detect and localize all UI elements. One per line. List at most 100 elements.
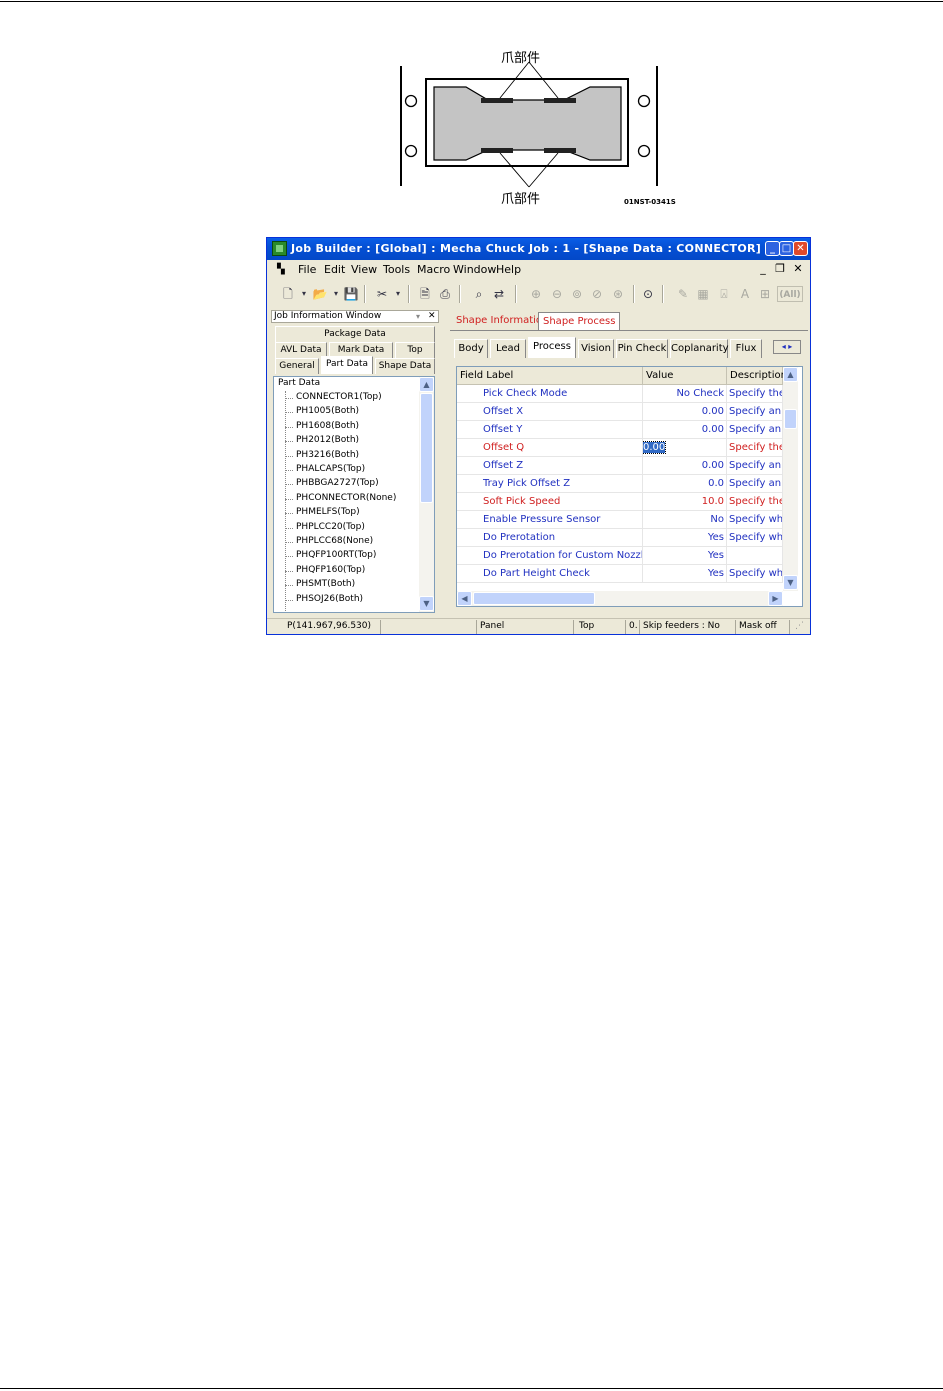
zoom-fit-icon[interactable]: ⊚ xyxy=(569,286,585,302)
find-icon[interactable]: ⌕ xyxy=(471,286,487,302)
pin-icon[interactable]: ▾ xyxy=(416,311,420,322)
grid-scroll-down-icon[interactable]: ▼ xyxy=(783,575,798,590)
grid-horizontal-scrollbar[interactable]: ◀ ▶ xyxy=(457,591,783,606)
column-value[interactable]: Value xyxy=(643,367,727,385)
value-cell[interactable]: 0.0 xyxy=(643,475,727,493)
new-icon[interactable]: 🗋 xyxy=(280,286,296,302)
grid-row[interactable]: Do Prerotation for Custom Nozzle Yes xyxy=(457,547,783,565)
grid-scroll-up-icon[interactable]: ▲ xyxy=(783,367,798,382)
zoom-prev-icon[interactable]: ⊘ xyxy=(589,286,605,302)
menu-help[interactable]: Help xyxy=(496,263,521,276)
value-cell[interactable]: 0.00 xyxy=(643,403,727,421)
scroll-down-icon[interactable]: ▼ xyxy=(419,596,434,611)
print-preview-icon[interactable]: 🗎 xyxy=(417,286,433,302)
menu-file[interactable]: File xyxy=(298,263,316,276)
resize-grip-icon[interactable]: ⋰ xyxy=(795,621,804,631)
minimize-button[interactable]: _ xyxy=(765,241,780,256)
grid-scroll-right-icon[interactable]: ▶ xyxy=(768,591,783,606)
tree-vertical-scrollbar[interactable]: ▲ ▼ xyxy=(419,377,434,612)
grid-row[interactable]: Pick Check Mode No Check Specify the xyxy=(457,385,783,403)
grid-row[interactable]: Tray Pick Offset Z0.0Specify an o xyxy=(457,475,783,493)
menu-tools[interactable]: Tools xyxy=(383,263,410,276)
tab-body[interactable]: Body xyxy=(454,339,488,358)
tab-vision[interactable]: Vision xyxy=(578,339,614,358)
value-cell[interactable]: 10.0 xyxy=(643,493,727,511)
value-cell[interactable]: Yes xyxy=(643,565,727,583)
tree-guide-line xyxy=(285,391,286,612)
panel-close-icon[interactable]: ✕ xyxy=(428,311,436,322)
mdi-restore-button[interactable]: ❐ xyxy=(773,263,787,276)
cut-dropdown-icon[interactable]: ▾ xyxy=(390,286,406,302)
scroll-thumb[interactable] xyxy=(420,393,433,503)
text-icon[interactable]: ⍓ xyxy=(716,286,732,302)
tab-package-data[interactable]: Package Data xyxy=(275,326,435,342)
tab-coplanarity[interactable]: Coplanarity xyxy=(670,339,729,358)
value-cell[interactable]: 0.00 xyxy=(643,421,727,439)
maximize-button[interactable]: □ xyxy=(779,241,794,256)
zoom-out-icon[interactable]: ⊖ xyxy=(549,286,565,302)
value-editor-selected[interactable]: 0.00 xyxy=(643,441,667,454)
tab-lead[interactable]: Lead xyxy=(490,339,526,358)
open-dropdown-icon[interactable]: ▾ xyxy=(328,286,344,302)
grid-row[interactable]: Offset Q 0.00 Specify the xyxy=(457,439,783,457)
grid-scroll-thumb[interactable] xyxy=(784,409,797,429)
tab-avl-data[interactable]: AVL Data xyxy=(275,342,327,358)
column-field-label[interactable]: Field Label xyxy=(457,367,643,385)
close-button[interactable]: ✕ xyxy=(793,241,808,256)
tab-scroll-arrows[interactable]: ◂ ▸ xyxy=(773,340,801,354)
value-cell[interactable]: No Check xyxy=(643,385,727,403)
value-cell[interactable]: Yes xyxy=(643,529,727,547)
value-cell[interactable]: Yes xyxy=(643,547,727,565)
table-icon[interactable]: ⊞ xyxy=(757,286,773,302)
grid-hscroll-thumb[interactable] xyxy=(473,592,595,605)
tree-connector xyxy=(285,441,293,443)
tab-general[interactable]: General xyxy=(275,358,319,374)
replace-icon[interactable]: ⇄ xyxy=(491,286,507,302)
description-cell: Specify the xyxy=(727,439,783,457)
tab-shape-process[interactable]: Shape Process xyxy=(538,312,621,330)
status-bar: P(141.967,96.530) Panel Top 0. Skip feed… xyxy=(267,618,810,634)
grid-vertical-scrollbar[interactable]: ▲ ▼ xyxy=(783,367,798,591)
open-icon[interactable]: 📂 xyxy=(312,286,328,302)
value-cell[interactable]: 0.00 xyxy=(643,457,727,475)
tab-shape-data[interactable]: Shape Data xyxy=(375,358,435,374)
grid-row[interactable]: Do PrerotationYesSpecify whe xyxy=(457,529,783,547)
menu-view[interactable]: View xyxy=(351,263,377,276)
grid-row[interactable]: Offset Z0.00Specify an o xyxy=(457,457,783,475)
field-label-cell: Tray Pick Offset Z xyxy=(457,475,643,493)
grid-row[interactable]: Do Part Height CheckYesSpecify whe xyxy=(457,565,783,583)
cut-icon[interactable]: ✂ xyxy=(374,286,390,302)
tab-top[interactable]: Top xyxy=(395,342,435,358)
menu-window[interactable]: Window xyxy=(453,263,496,276)
grid-row[interactable]: Offset X0.00Specify an o xyxy=(457,403,783,421)
scroll-up-icon[interactable]: ▲ xyxy=(419,377,434,392)
menu-macro[interactable]: Macro xyxy=(417,263,450,276)
grid-icon[interactable]: ▦ xyxy=(695,286,711,302)
tab-process[interactable]: Process xyxy=(528,337,576,358)
zoom-window-icon[interactable]: ⊙ xyxy=(640,286,656,302)
grid-row[interactable]: Offset Y0.00Specify an o xyxy=(457,421,783,439)
font-icon[interactable]: A xyxy=(737,286,753,302)
print-icon[interactable]: ⎙ xyxy=(437,286,453,302)
mdi-minimize-button[interactable]: _ xyxy=(756,263,770,276)
tree-root[interactable]: Part Data xyxy=(278,378,320,388)
mdi-close-button[interactable]: ✕ xyxy=(791,263,805,276)
tab-pin-check[interactable]: Pin Check xyxy=(616,339,668,358)
save-icon[interactable]: 💾 xyxy=(343,286,359,302)
grid-scroll-left-icon[interactable]: ◀ xyxy=(457,591,472,606)
measure-icon[interactable]: ✎ xyxy=(675,286,691,302)
tab-part-data[interactable]: Part Data xyxy=(321,356,373,374)
zoom-in-icon[interactable]: ⊕ xyxy=(528,286,544,302)
grid-row[interactable]: Soft Pick Speed 10.0 Specify the xyxy=(457,493,783,511)
tree-item-label: PH1005(Both) xyxy=(296,406,360,417)
menu-edit[interactable]: Edit xyxy=(324,263,345,276)
grid-row[interactable]: Enable Pressure SensorNoSpecify whe xyxy=(457,511,783,529)
zoom-next-icon[interactable]: ⊛ xyxy=(610,286,626,302)
value-cell[interactable]: No xyxy=(643,511,727,529)
title-bar[interactable]: Job Builder : [Global] : Mecha Chuck Job… xyxy=(267,238,810,260)
value-cell[interactable]: 0.00 xyxy=(643,439,727,457)
all-button[interactable]: (All) xyxy=(777,286,803,302)
new-dropdown-icon[interactable]: ▾ xyxy=(296,286,312,302)
column-description[interactable]: Description xyxy=(727,367,787,385)
tab-flux[interactable]: Flux xyxy=(730,339,762,358)
